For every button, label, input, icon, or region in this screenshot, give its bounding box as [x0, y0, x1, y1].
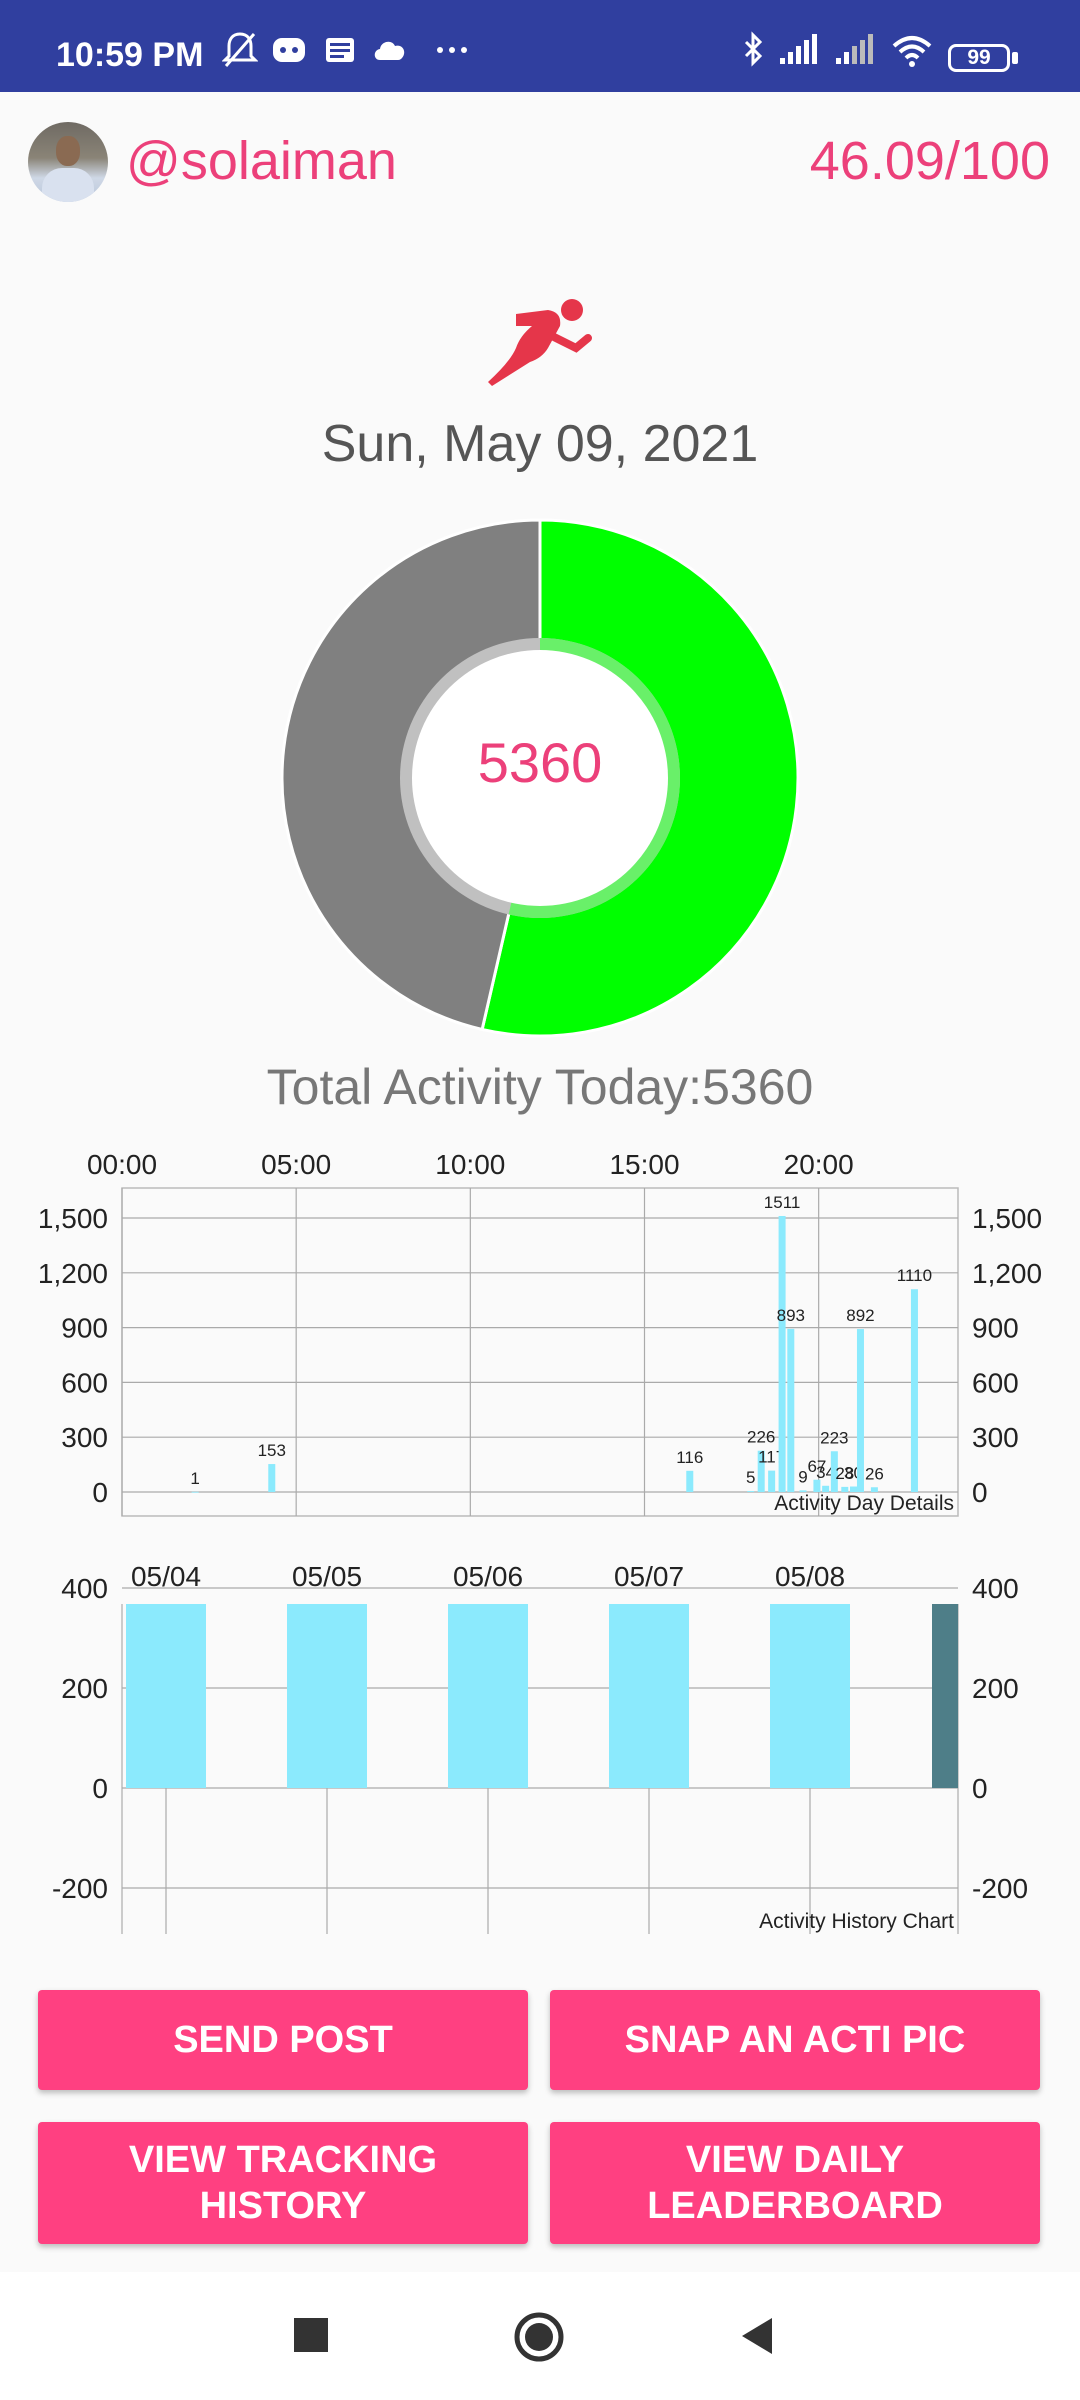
bar-value-label: 116: [676, 1448, 703, 1467]
history-bar: [287, 1604, 367, 1788]
bar-value-label: 153: [258, 1441, 286, 1460]
status-bar: 10:59 PM 99: [0, 0, 1080, 92]
battery-level: 99: [967, 46, 991, 69]
view-tracking-history-label-1: VIEW TRACKING: [128, 2139, 438, 2181]
donut-center-value: 5360: [477, 731, 603, 794]
bell-off-icon: [222, 32, 258, 67]
activity-day-details-chart: 0 0 300 300 600 600 900 900 1,200 1,200 1,500 1,500…: [38, 1149, 1042, 1517]
y-tick-label-left: 900: [61, 1313, 108, 1344]
news-icon: [326, 38, 354, 62]
bar-value-label: 226: [747, 1428, 775, 1447]
recent-apps-icon[interactable]: [292, 2316, 332, 2356]
y-tick-label-left: 400: [61, 1573, 108, 1604]
score: 46.09/100: [809, 131, 1050, 191]
y-tick-label-left: 300: [61, 1422, 108, 1453]
x-tick-label: 05/06: [453, 1561, 523, 1592]
send-post-label: SEND POST: [173, 2019, 393, 2061]
x-tick-label: 05/07: [614, 1561, 684, 1592]
more-icon: [437, 47, 467, 53]
x-tick-label: 05/08: [775, 1561, 845, 1592]
view-tracking-history-label-2: HISTORY: [199, 2185, 367, 2227]
bar-value-label: 223: [820, 1428, 848, 1447]
view-daily-leaderboard-label-1: VIEW DAILY: [685, 2139, 905, 2181]
y-tick-label-right: 0: [972, 1477, 988, 1508]
profile-header: @solaiman 46.09/100: [0, 92, 1080, 232]
y-tick-label-right: 900: [972, 1313, 1019, 1344]
activity-history-chart: -400-400-200-2000020020040040060060005/0…: [52, 1561, 1028, 1934]
snap-acti-pic-button[interactable]: SNAP AN ACTI PIC: [550, 1990, 1040, 2090]
y-tick-label-right: 600: [972, 1367, 1019, 1398]
runner-icon: [488, 299, 592, 386]
bar-value-label: 1: [190, 1469, 199, 1488]
signal-icon-2: [836, 34, 873, 64]
y-tick-label-right: 200: [972, 1673, 1019, 1704]
history-bar: [770, 1604, 850, 1788]
battery-icon: 99: [948, 44, 1010, 72]
y-tick-label-right: 300: [972, 1422, 1019, 1453]
home-icon[interactable]: [512, 2310, 566, 2364]
y-tick-label-right: 0: [972, 1773, 988, 1804]
y-tick-label-left: 600: [61, 1367, 108, 1398]
snap-acti-pic-label: SNAP AN ACTI PIC: [624, 2019, 966, 2061]
x-tick-label: 05/04: [131, 1561, 201, 1592]
x-tick-label: 10:00: [435, 1149, 505, 1180]
chart-bar: [778, 1215, 786, 1492]
x-tick-label: 05:00: [261, 1149, 331, 1180]
y-tick-label-left: 1,200: [38, 1258, 108, 1289]
username[interactable]: @solaiman: [126, 130, 397, 192]
chart-title: Activity History Chart: [759, 1910, 954, 1933]
wifi-icon: [892, 36, 932, 67]
history-bar: [609, 1604, 689, 1788]
y-tick-label-right: 1,500: [972, 1203, 1042, 1234]
signal-icon: [780, 34, 817, 64]
y-tick-label-left: 0: [92, 1477, 108, 1508]
bar-value-label: 893: [777, 1306, 805, 1325]
y-tick-label-left: 0: [92, 1773, 108, 1804]
view-daily-leaderboard-button[interactable]: VIEW DAILY LEADERBOARD: [550, 2122, 1040, 2244]
status-time: 10:59 PM: [56, 36, 204, 74]
navigation-bar: [0, 2272, 1080, 2400]
chart-bar: [191, 1491, 199, 1493]
y-tick-label-right: 400: [972, 1573, 1019, 1604]
chart-bar: [910, 1289, 918, 1492]
chart-bar: [747, 1491, 755, 1492]
bar-value-label: 26: [865, 1464, 884, 1483]
y-tick-label-right: 1,200: [972, 1258, 1042, 1289]
x-tick-label: 00:00: [87, 1149, 157, 1180]
avatar[interactable]: [28, 122, 108, 202]
view-tracking-history-button[interactable]: VIEW TRACKING HISTORY: [38, 2122, 528, 2244]
bluetooth-icon: [744, 31, 763, 67]
battery-tip: [1012, 52, 1018, 64]
x-tick-label: 15:00: [609, 1149, 679, 1180]
back-icon[interactable]: [738, 2316, 778, 2356]
history-bar: [126, 1604, 206, 1788]
chart-bar: [268, 1464, 276, 1492]
bar-value-label: 9: [798, 1467, 807, 1486]
chart-title: Activity Day Details: [774, 1492, 954, 1515]
y-tick-label-right: -200: [972, 1873, 1028, 1904]
chart-bar: [787, 1328, 795, 1492]
discord-icon: [273, 38, 305, 62]
chart-bar: [686, 1470, 694, 1492]
bar-value-label: 1511: [764, 1193, 801, 1212]
activity-date: Sun, May 09, 2021: [321, 415, 759, 473]
bar-value-label: 1110: [897, 1266, 932, 1285]
y-tick-label-left: 200: [61, 1673, 108, 1704]
chart-bar: [768, 1470, 776, 1492]
bar-value-label: 892: [846, 1306, 874, 1325]
total-activity-text: Total Activity Today:5360: [266, 1059, 814, 1115]
view-daily-leaderboard-label-2: LEADERBOARD: [647, 2185, 943, 2227]
x-tick-label: 20:00: [784, 1149, 854, 1180]
y-tick-label-left: 1,500: [38, 1203, 108, 1234]
bar-value-label: 5: [746, 1468, 755, 1487]
cloud-icon: [374, 41, 405, 60]
chart-bar: [856, 1329, 864, 1492]
history-bar: [448, 1604, 528, 1788]
x-tick-label: 05/05: [292, 1561, 362, 1592]
send-post-button[interactable]: SEND POST: [38, 1990, 528, 2090]
y-tick-label-left: -200: [52, 1873, 108, 1904]
history-bar-today: [932, 1604, 958, 1788]
